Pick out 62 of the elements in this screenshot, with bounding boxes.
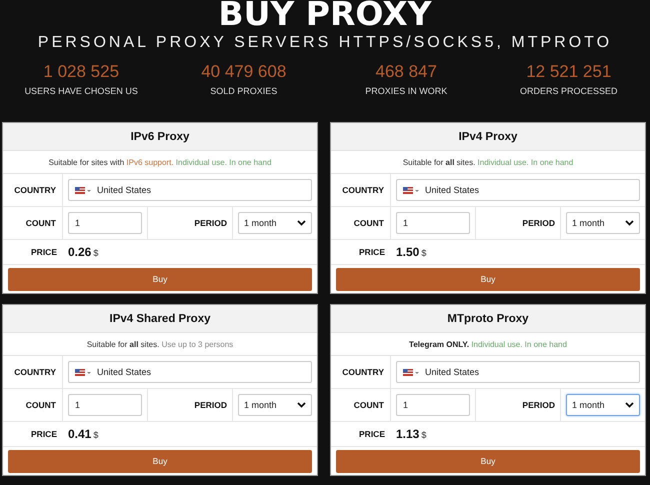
card-title: MTproto Proxy [331,305,645,333]
country-select[interactable]: United States [68,361,312,383]
card-title: IPv4 Proxy [331,123,645,151]
field-label: PRICE [359,247,385,257]
buy-button[interactable]: Buy [8,450,312,472]
card-description: Suitable for all sites. Individual use. In one hand [402,158,574,166]
card-title: IPv6 Proxy [3,123,317,151]
buy-button[interactable]: Buy [336,268,640,290]
chevron-down-icon [297,402,306,408]
field-label: COUNTRY [14,367,56,377]
field-label: PERIOD [194,218,227,228]
card-description: Suitable for sites with IPv6 support. Individual use. In one hand [48,158,272,166]
stat-label: PROXIES IN WORK [365,86,448,96]
price-value: 0.41 $ [68,426,98,443]
page-subtitle: PERSONAL PROXY SERVERS HTTPS/SOCKS5, MTPROTO [38,34,612,52]
field-label: PERIOD [522,218,555,228]
country-select[interactable]: United States [396,179,640,201]
period-select[interactable]: 1 month [238,212,312,234]
period-select[interactable]: 1 month [566,212,640,234]
stat-label: SOLD PROXIES [210,86,278,96]
period-select[interactable]: 1 month [238,394,312,416]
card-description: Suitable for all sites. Use up to 3 persons [86,340,234,348]
field-label: COUNTRY [14,185,56,195]
field-label: COUNT [354,400,384,410]
field-label: COUNT [26,218,56,228]
count-input[interactable]: 1 [396,394,470,416]
chevron-down-icon [625,402,634,408]
field-label: COUNT [26,400,56,410]
field-label: PRICE [31,247,57,257]
period-select[interactable]: 1 month [566,394,640,416]
flag-icon [75,186,91,194]
field-label: PERIOD [522,400,555,410]
field-label: COUNTRY [342,367,384,377]
card-description: Telegram ONLY. Individual use. In one hand [409,340,567,348]
buy-button[interactable]: Buy [336,450,640,472]
price-value: 1.13 $ [396,426,426,443]
field-label: PERIOD [194,400,227,410]
chevron-down-icon [625,220,634,226]
flag-icon [75,368,91,376]
price-value: 1.50 $ [396,244,426,261]
card-title: IPv4 Shared Proxy [3,305,317,333]
count-input[interactable]: 1 [68,394,142,416]
page-title: BUY PROXY [218,0,432,30]
chevron-down-icon [297,220,306,226]
field-label: COUNTRY [342,185,384,195]
flag-icon [403,186,419,194]
stat-value: 468 847 [376,62,437,82]
field-label: PRICE [359,429,385,439]
stat-label: ORDERS PROCESSED [520,86,618,96]
stat-label: USERS HAVE CHOSEN US [24,86,138,96]
country-select[interactable]: United States [68,179,312,201]
field-label: PRICE [31,429,57,439]
count-input[interactable]: 1 [396,212,470,234]
stat-value: 12 521 251 [526,62,612,82]
price-value: 0.26 $ [68,244,98,261]
field-label: COUNT [354,218,384,228]
stat-value: 40 479 608 [201,62,286,82]
country-select[interactable]: United States [396,361,640,383]
stat-value: 1 028 525 [43,62,120,82]
flag-icon [403,368,419,376]
count-input[interactable]: 1 [68,212,142,234]
buy-button[interactable]: Buy [8,268,312,290]
